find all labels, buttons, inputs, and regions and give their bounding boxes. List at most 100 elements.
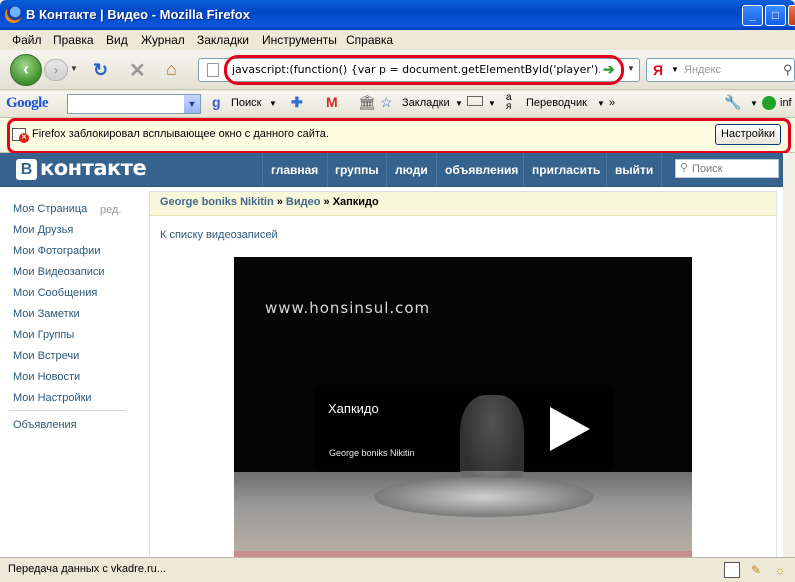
search-icon: ⚲ <box>680 162 689 174</box>
web-status-icon[interactable]: ☼ <box>772 562 788 578</box>
google-logo-text: Google <box>6 95 49 111</box>
page-icon <box>207 63 219 77</box>
vk-logo-icon[interactable]: В <box>16 159 37 180</box>
sidebar-item-events[interactable]: Мои Встречи <box>13 350 79 362</box>
nav-people[interactable]: люди <box>395 163 428 177</box>
forward-button[interactable]: › <box>44 59 68 81</box>
menu-bookmarks[interactable]: Закладки <box>197 33 249 47</box>
back-button[interactable]: ‹ <box>10 54 42 86</box>
menu-edit[interactable]: Правка <box>53 33 94 47</box>
nav-separator <box>523 153 524 187</box>
sidebar-item-friends[interactable]: Мои Друзья <box>13 224 73 236</box>
breadcrumb-separator: » <box>273 196 286 208</box>
chevron-down-icon[interactable]: ▼ <box>184 95 200 113</box>
sidebar-item-ads[interactable]: Объявления <box>13 419 77 431</box>
google-logo: Google <box>6 95 49 112</box>
tools-status-icon[interactable]: ✎ <box>748 562 764 578</box>
sidebar-item-photos[interactable]: Мои Фотографии <box>13 245 100 257</box>
sidebar-item-notes[interactable]: Мои Заметки <box>13 308 80 320</box>
info-label[interactable]: inf <box>780 97 792 109</box>
vk-header: В контакте главная группы люди объявлени… <box>0 153 783 187</box>
back-to-videos-link[interactable]: К списку видеозаписей <box>160 229 278 241</box>
sidebar-item-groups[interactable]: Мои Группы <box>13 329 74 341</box>
screen-icon[interactable] <box>467 96 483 106</box>
search-magnifier-icon[interactable]: ⚲ <box>783 62 793 78</box>
popup-blocked-status-icon[interactable] <box>724 562 740 578</box>
translator-dropdown-icon[interactable]: ▼ <box>597 99 605 108</box>
url-dropdown-icon[interactable]: ▼ <box>627 64 635 73</box>
sidebar-item-videos[interactable]: Мои Видеозаписи <box>13 266 105 278</box>
firefox-logo-icon <box>5 6 22 23</box>
breadcrumb-video-link[interactable]: Видео <box>286 196 321 208</box>
menu-help[interactable]: Справка <box>346 33 393 47</box>
engine-dropdown-icon[interactable]: ▼ <box>671 65 679 74</box>
minimize-button[interactable]: _ <box>742 5 763 26</box>
title-bar: В Контакте | Видео - Mozilla Firefox _ □ <box>0 0 795 30</box>
google-toolbar: Google ▼ g Поиск ▼ ✚ M 🏛 ☆ Закладки ▼ ▼ … <box>0 91 795 117</box>
sidebar-item-news[interactable]: Мои Новости <box>13 371 80 383</box>
nav-separator <box>436 153 437 187</box>
nav-invite[interactable]: пригласить <box>532 163 600 177</box>
sidebar-item-settings[interactable]: Мои Настройки <box>13 392 92 404</box>
sidebar-item-my-page[interactable]: Моя Страница <box>13 203 87 215</box>
breadcrumb-user-link[interactable]: George boniks Nikitin <box>160 196 274 208</box>
menu-tools[interactable]: Инструменты <box>262 33 337 47</box>
green-status-icon[interactable] <box>762 96 776 110</box>
bookmarks-dropdown-icon[interactable]: ▼ <box>455 99 463 108</box>
popup-highlight-annotation <box>7 118 791 154</box>
sidebar-item-messages[interactable]: Мои Сообщения <box>13 287 97 299</box>
nav-separator <box>262 153 263 187</box>
google-g-icon: g <box>212 94 221 110</box>
vk-search-placeholder: Поиск <box>692 163 723 175</box>
bank-icon[interactable]: 🏛 <box>358 94 376 111</box>
close-button[interactable] <box>788 5 795 26</box>
wrench-icon[interactable]: 🔧 <box>724 94 741 111</box>
google-search-input[interactable]: ▼ <box>67 94 201 114</box>
video-info-overlay[interactable]: Хапкидо George boniks Nikitin <box>314 385 614 471</box>
search-input[interactable]: Яндекс <box>684 64 721 76</box>
google-search-button[interactable]: Поиск <box>231 97 261 109</box>
url-highlight-annotation <box>224 55 624 85</box>
menu-view[interactable]: Вид <box>106 33 128 47</box>
firefox-window: В Контакте | Видео - Mozilla Firefox _ □… <box>0 0 795 582</box>
nav-home[interactable]: главная <box>271 163 318 177</box>
sidebar-edit-link[interactable]: ред. <box>100 204 121 216</box>
screen-dropdown-icon[interactable]: ▼ <box>488 99 496 108</box>
vk-search-input[interactable]: ⚲ Поиск <box>675 159 779 178</box>
menu-history[interactable]: Журнал <box>141 33 185 47</box>
vk-logo-text[interactable]: контакте <box>40 156 147 180</box>
nav-separator <box>661 153 662 187</box>
search-dropdown-icon[interactable]: ▼ <box>269 99 277 108</box>
star-icon[interactable]: ☆ <box>380 94 393 111</box>
vertical-scrollbar[interactable] <box>783 153 795 557</box>
play-icon[interactable] <box>550 407 590 451</box>
more-chevron-icon[interactable]: » <box>609 97 615 109</box>
nav-ads[interactable]: объявления <box>445 163 518 177</box>
nav-logout[interactable]: выйти <box>615 163 653 177</box>
menu-file[interactable]: Файл <box>12 33 42 47</box>
reload-icon[interactable]: ↻ <box>93 60 108 81</box>
breadcrumb-bar: George boniks Nikitin » Видео » Хапкидо <box>150 192 776 216</box>
status-text: Передача данных с vkadre.ru... <box>8 563 166 575</box>
translator-button[interactable]: Переводчик <box>526 97 587 109</box>
page-viewport: В контакте главная группы люди объявлени… <box>0 153 795 557</box>
menu-bar: Файл Правка Вид Журнал Закладки Инструме… <box>0 30 795 50</box>
nav-separator <box>606 153 607 187</box>
breadcrumb-current: Хапкидо <box>332 196 379 208</box>
bookmarks-button[interactable]: Закладки <box>402 97 450 109</box>
sidebar-divider <box>9 410 126 411</box>
nav-groups[interactable]: группы <box>335 163 379 177</box>
wrench-dropdown-icon[interactable]: ▼ <box>750 99 758 108</box>
yandex-engine-icon[interactable]: Я <box>653 62 663 78</box>
translate-icon[interactable]: aя <box>506 93 512 112</box>
gmail-icon[interactable]: M <box>326 94 338 110</box>
window-title: В Контакте | Видео - Mozilla Firefox <box>26 7 250 22</box>
plus-icon[interactable]: ✚ <box>291 94 303 111</box>
search-box[interactable]: Я ▼ Яндекс ⚲ <box>646 58 795 82</box>
video-player[interactable]: www.honsinsul.com Хапкидо George boniks … <box>234 257 692 557</box>
home-icon[interactable]: ⌂ <box>166 59 177 80</box>
stop-icon[interactable]: ✕ <box>129 58 146 83</box>
history-dropdown-icon[interactable]: ▼ <box>70 64 78 73</box>
maximize-button[interactable]: □ <box>765 5 786 26</box>
status-bar: Передача данных с vkadre.ru... ✎ ☼ <box>0 557 795 582</box>
